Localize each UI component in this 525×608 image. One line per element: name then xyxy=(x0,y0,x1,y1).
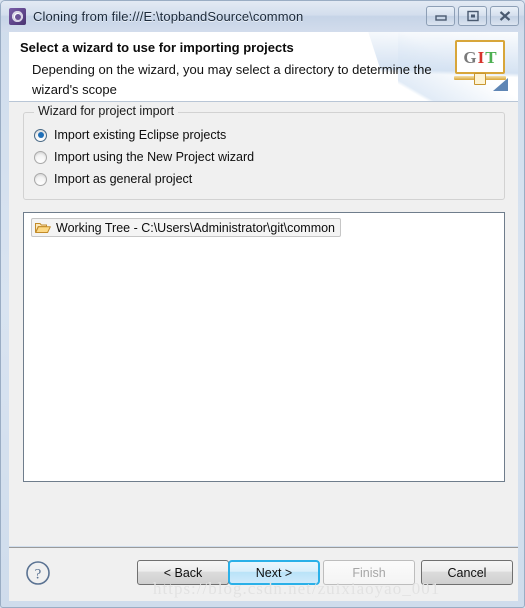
cancel-button[interactable]: Cancel xyxy=(421,560,513,585)
tree-item-working-tree[interactable]: Working Tree - C:\Users\Administrator\gi… xyxy=(31,218,342,237)
wizard-header: Select a wizard to use for importing pro… xyxy=(9,32,518,102)
git-letter-t: T xyxy=(485,47,497,67)
radio-indicator[interactable] xyxy=(34,128,47,142)
radio-import-using-new-project-wizard[interactable]: Import using the New Project wizard xyxy=(34,150,254,164)
footer-button-bar: ? < Back Next > Finish Cancel xyxy=(9,548,518,601)
project-tree-list[interactable]: Working Tree - C:\Users\Administrator\gi… xyxy=(23,212,505,482)
back-button[interactable]: < Back xyxy=(137,560,229,585)
restore-icon[interactable] xyxy=(458,6,487,26)
close-icon[interactable] xyxy=(490,6,519,26)
git-letter-g: G xyxy=(463,47,477,67)
radio-label: Import using the New Project wizard xyxy=(54,150,255,164)
eclipse-gear-icon xyxy=(9,8,26,25)
radio-indicator[interactable] xyxy=(34,150,47,164)
svg-text:?: ? xyxy=(35,567,42,583)
radio-label: Import existing Eclipse projects xyxy=(54,128,227,142)
radio-import-existing-eclipse-projects[interactable]: Import existing Eclipse projects xyxy=(34,128,226,142)
radio-label: Import as general project xyxy=(54,172,193,186)
minimize-icon[interactable] xyxy=(426,6,455,26)
page-title: Select a wizard to use for importing pro… xyxy=(20,40,294,55)
window-title: Cloning from file:///E:\topbandSource\co… xyxy=(33,9,304,24)
dialog-body: Wizard for project import Import existin… xyxy=(9,102,518,546)
header-corner-triangle xyxy=(493,78,508,91)
folder-open-icon xyxy=(35,221,51,234)
git-logo-node xyxy=(474,73,486,85)
dialog-window: Cloning from file:///E:\topbandSource\co… xyxy=(0,0,525,608)
wizard-group-legend: Wizard for project import xyxy=(34,104,179,118)
wizard-group-box: Wizard for project import Import existin… xyxy=(23,104,505,200)
window-controls xyxy=(426,6,519,26)
next-button[interactable]: Next > xyxy=(228,560,320,585)
radio-import-as-general-project[interactable]: Import as general project xyxy=(34,172,192,186)
tree-item-label: Working Tree - C:\Users\Administrator\gi… xyxy=(56,220,336,235)
radio-indicator[interactable] xyxy=(34,172,47,186)
page-description: Depending on the wizard, you may select … xyxy=(32,62,432,97)
finish-button: Finish xyxy=(323,560,415,585)
git-letter-i: I xyxy=(477,47,485,67)
help-question-icon[interactable]: ? xyxy=(25,560,51,586)
git-logo-icon: G I T xyxy=(452,38,508,93)
